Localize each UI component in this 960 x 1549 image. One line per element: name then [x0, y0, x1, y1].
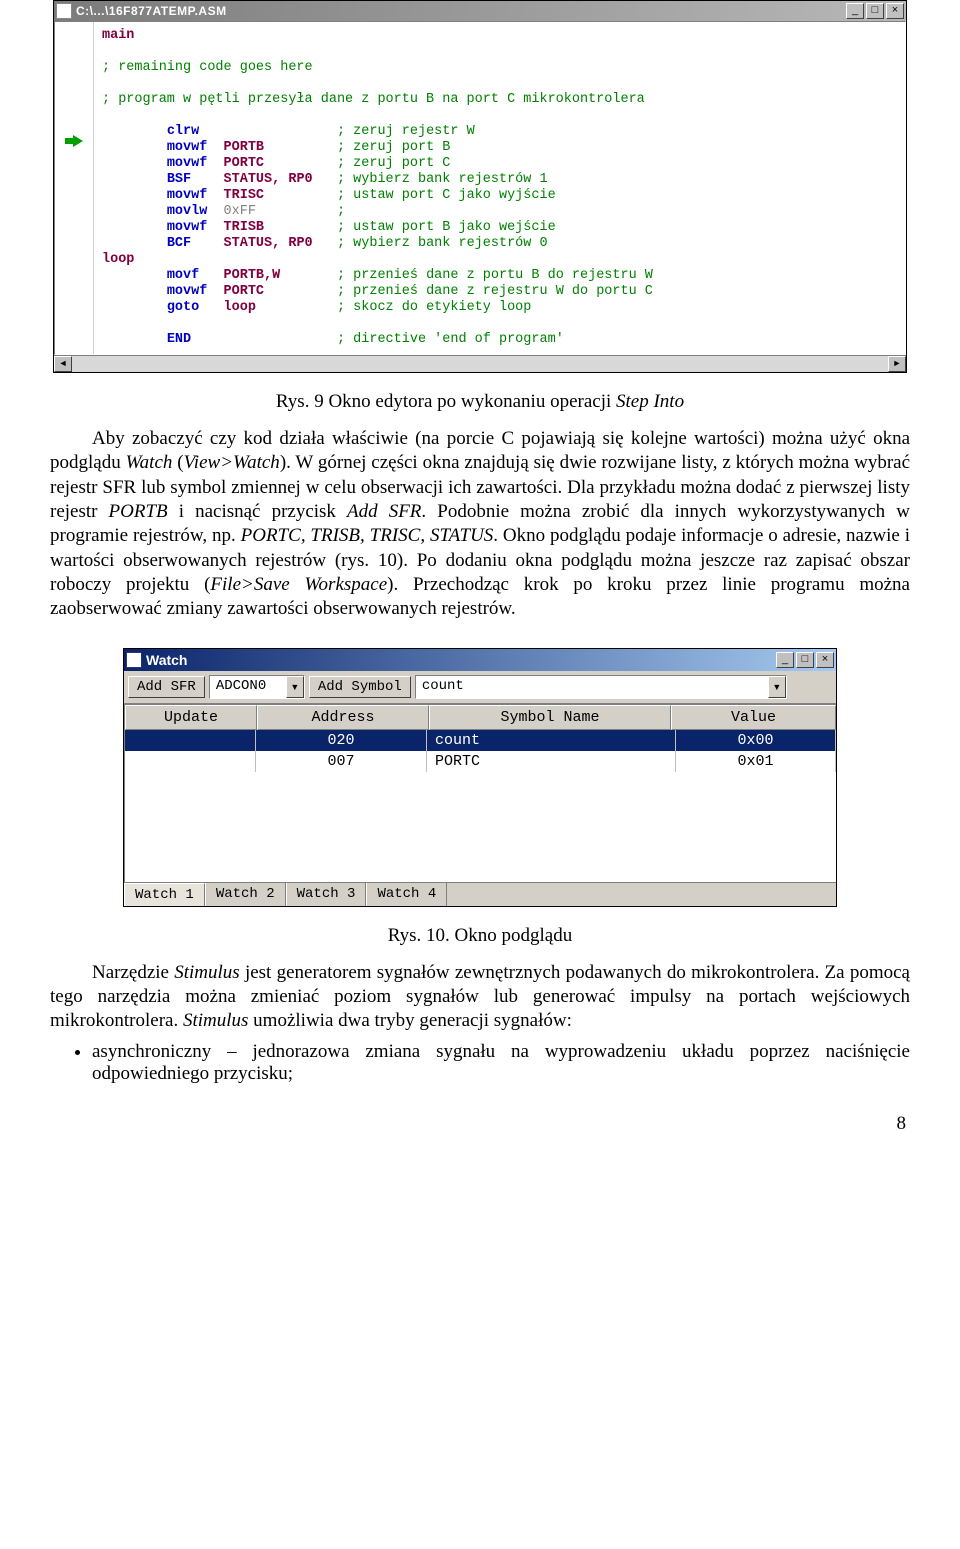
- cell-update: [125, 730, 256, 751]
- caption-italic: Step Into: [616, 391, 684, 412]
- editor-client-area: main ; remaining code goes here ; progra…: [54, 21, 906, 355]
- watch-tab[interactable]: Watch 4: [366, 883, 447, 906]
- editor-title: C:\...\16F877ATEMP.ASM: [76, 4, 846, 18]
- maximize-button[interactable]: □: [866, 3, 884, 19]
- watch-tab[interactable]: Watch 2: [205, 883, 286, 906]
- close-button[interactable]: ×: [886, 3, 904, 19]
- scroll-left-button[interactable]: ◄: [54, 356, 72, 372]
- cell-update: [125, 751, 256, 772]
- cell-symbol: count: [427, 730, 676, 751]
- watch-table-header: Update Address Symbol Name Value: [125, 705, 836, 730]
- watch-title: Watch: [146, 652, 776, 668]
- col-value[interactable]: Value: [671, 705, 836, 730]
- figure-9-caption: Rys. 9 Okno edytora po wykonaniu operacj…: [50, 391, 910, 413]
- watch-tab[interactable]: Watch 3: [286, 883, 367, 906]
- watch-titlebar[interactable]: Watch _ □ ×: [124, 649, 836, 671]
- add-symbol-button[interactable]: Add Symbol: [309, 676, 411, 698]
- symbol-combo-value: count: [416, 676, 768, 698]
- watch-maximize-button[interactable]: □: [796, 652, 814, 668]
- horizontal-scrollbar[interactable]: ◄ ►: [54, 355, 906, 372]
- bullet-1: asynchroniczny – jednorazowa zmiana sygn…: [92, 1041, 910, 1085]
- cell-symbol: PORTC: [427, 751, 676, 772]
- cell-value: 0x00: [676, 730, 836, 751]
- editor-window: C:\...\16F877ATEMP.ASM _ □ × main ; rema…: [53, 0, 907, 373]
- dropdown-arrow-icon[interactable]: ▼: [768, 676, 786, 698]
- sfr-combo-value: ADCON0: [210, 676, 286, 698]
- watch-window-icon: [126, 652, 142, 668]
- cell-address: 007: [256, 751, 427, 772]
- symbol-combo[interactable]: count ▼: [415, 675, 787, 699]
- pc-arrow-icon-head: [73, 135, 83, 147]
- col-address[interactable]: Address: [257, 705, 429, 730]
- dropdown-arrow-icon[interactable]: ▼: [286, 676, 304, 698]
- sfr-combo[interactable]: ADCON0 ▼: [209, 675, 305, 699]
- add-sfr-button[interactable]: Add SFR: [128, 676, 205, 698]
- watch-table: Update Address Symbol Name Value 020coun…: [124, 704, 836, 882]
- code-area[interactable]: main ; remaining code goes here ; progra…: [94, 22, 905, 354]
- editor-file-icon: [56, 3, 72, 19]
- paragraph-1: Aby zobaczyć czy kod działa właściwie (n…: [50, 427, 910, 622]
- cell-value: 0x01: [676, 751, 836, 772]
- paragraph-2: Narzędzie Stimulus jest generatorem sygn…: [50, 961, 910, 1034]
- caption-text: Rys. 9 Okno edytora po wykonaniu operacj…: [276, 391, 616, 412]
- pc-arrow-icon: [65, 138, 73, 144]
- watch-empty-area[interactable]: [125, 772, 836, 882]
- watch-close-button[interactable]: ×: [816, 652, 834, 668]
- editor-titlebar[interactable]: C:\...\16F877ATEMP.ASM _ □ ×: [54, 1, 906, 21]
- watch-tab[interactable]: Watch 1: [124, 883, 205, 906]
- scroll-track[interactable]: [72, 356, 888, 372]
- col-symbol[interactable]: Symbol Name: [429, 705, 671, 730]
- editor-gutter: [55, 22, 94, 354]
- table-row[interactable]: 020count0x00: [125, 730, 836, 751]
- watch-tabs: Watch 1Watch 2Watch 3Watch 4: [124, 882, 836, 906]
- cell-address: 020: [256, 730, 427, 751]
- minimize-button[interactable]: _: [846, 3, 864, 19]
- scroll-right-button[interactable]: ►: [888, 356, 906, 372]
- watch-toolbar: Add SFR ADCON0 ▼ Add Symbol count ▼: [124, 671, 836, 704]
- table-row[interactable]: 007PORTC0x01: [125, 751, 836, 772]
- col-update[interactable]: Update: [125, 705, 257, 730]
- watch-window: Watch _ □ × Add SFR ADCON0 ▼ Add Symbol …: [123, 648, 837, 907]
- figure-10-caption: Rys. 10. Okno podglądu: [50, 925, 910, 947]
- page-number: 8: [50, 1113, 910, 1135]
- bullet-list: asynchroniczny – jednorazowa zmiana sygn…: [92, 1041, 910, 1085]
- watch-minimize-button[interactable]: _: [776, 652, 794, 668]
